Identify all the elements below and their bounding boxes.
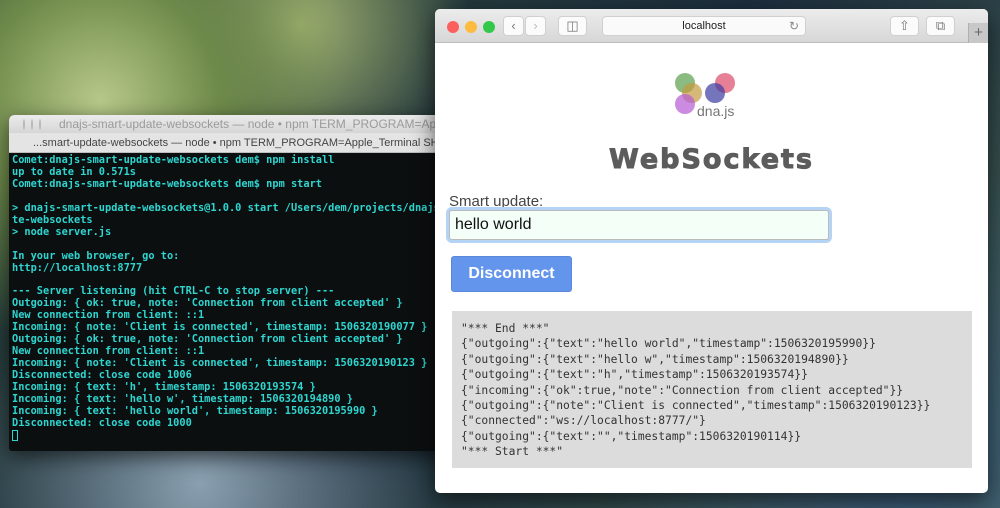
terminal-tab[interactable]: ...smart-update-websockets — node • npm … [9, 133, 449, 153]
minimize-button[interactable] [465, 21, 477, 33]
log-line: "*** Start ***" [461, 445, 564, 459]
browser-toolbar: ‹ › ◫ localhost ↻ ⇧ ⧉ + [435, 9, 988, 43]
disconnect-button[interactable]: Disconnect [451, 256, 572, 292]
address-bar[interactable]: localhost ↻ [602, 16, 806, 36]
close-button[interactable] [23, 118, 25, 130]
log-line: {"connected":"ws://localhost:8777/"} [461, 414, 706, 428]
zoom-button[interactable] [483, 21, 495, 33]
message-log: "*** End ***" {"outgoing":{"text":"hello … [452, 311, 972, 468]
log-line: {"outgoing":{"text":"","timestamp":15063… [461, 429, 802, 443]
back-icon[interactable]: ‹ [503, 16, 524, 36]
forward-icon[interactable]: › [525, 16, 546, 36]
terminal-line: > node server.js [12, 225, 112, 238]
terminal-title: dnajs-smart-update-websockets — node • n… [59, 117, 449, 131]
terminal-line: In your web browser, go to: [12, 249, 180, 262]
terminal-output[interactable]: Comet:dnajs-smart-update-websockets dem$… [9, 153, 449, 444]
logo-text: dna.js [697, 103, 735, 119]
terminal-line: te-websockets [12, 213, 93, 226]
terminal-line: Disconnected: close code 1000 [12, 416, 192, 429]
reload-icon[interactable]: ↻ [789, 17, 799, 35]
log-line: {"outgoing":{"text":"hello world","times… [461, 337, 876, 351]
terminal-line: > dnajs-smart-update-websockets@1.0.0 st… [12, 201, 449, 214]
close-button[interactable] [447, 21, 459, 33]
cursor [12, 429, 18, 441]
terminal-line: http://localhost:8777 [12, 261, 143, 274]
browser-window: ‹ › ◫ localhost ↻ ⇧ ⧉ + dna.js WebSockets… [435, 9, 988, 493]
zoom-button[interactable] [39, 118, 41, 130]
terminal-line: Comet:dnajs-smart-update-websockets dem$… [12, 177, 322, 190]
log-line: {"outgoing":{"text":"hello w","timestamp… [461, 352, 849, 366]
smart-update-label: Smart update: [449, 193, 544, 210]
share-icon[interactable]: ⇧ [890, 16, 919, 36]
smart-update-input[interactable] [449, 210, 829, 240]
url-text: localhost [682, 20, 726, 32]
terminal-window: dnajs-smart-update-websockets — node • n… [9, 115, 449, 451]
new-tab-icon[interactable]: + [968, 23, 988, 43]
terminal-titlebar: dnajs-smart-update-websockets — node • n… [9, 115, 449, 133]
page-title: WebSockets [609, 144, 814, 176]
sidebar-icon[interactable]: ◫ [558, 16, 587, 36]
tabs-icon[interactable]: ⧉ [926, 16, 955, 36]
log-line: {"outgoing":{"text":"h","timestamp":1506… [461, 368, 808, 382]
dnajs-logo: dna.js [675, 73, 745, 128]
log-line: "*** End ***" [461, 322, 550, 335]
log-line: {"incoming":{"ok":true,"note":"Connectio… [461, 383, 904, 397]
minimize-button[interactable] [31, 118, 33, 130]
log-line: {"outgoing":{"note":"Client is connected… [461, 399, 931, 413]
